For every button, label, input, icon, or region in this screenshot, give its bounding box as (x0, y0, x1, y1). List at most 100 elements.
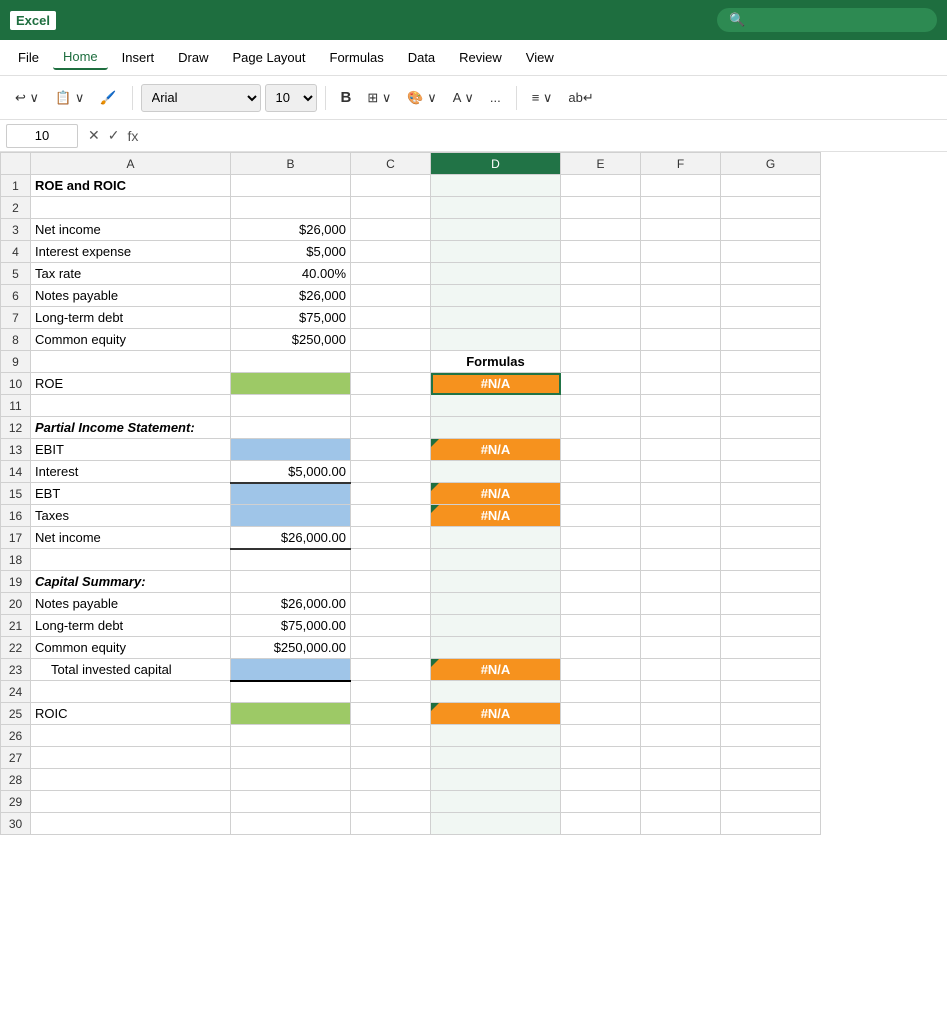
cell-c28[interactable] (351, 769, 431, 791)
cell-g25[interactable] (721, 703, 821, 725)
cell-b25[interactable] (231, 703, 351, 725)
cell-c18[interactable] (351, 549, 431, 571)
font-family-select[interactable]: Arial (141, 84, 261, 112)
cell-f18[interactable] (641, 549, 721, 571)
cell-g24[interactable] (721, 681, 821, 703)
cell-a19[interactable]: Capital Summary: (31, 571, 231, 593)
cell-b7[interactable]: $75,000 (231, 307, 351, 329)
cell-c3[interactable] (351, 219, 431, 241)
alignment-button[interactable]: ≡ ∨ (525, 85, 560, 111)
cell-d3[interactable] (431, 219, 561, 241)
cell-f28[interactable] (641, 769, 721, 791)
cell-d2[interactable] (431, 197, 561, 219)
cell-b9[interactable] (231, 351, 351, 373)
cell-g14[interactable] (721, 461, 821, 483)
cell-e21[interactable] (561, 615, 641, 637)
cell-d13[interactable]: #N/A (431, 439, 561, 461)
wrap-text-button[interactable]: ab↵ (561, 85, 600, 111)
cell-e2[interactable] (561, 197, 641, 219)
cell-a5[interactable]: Tax rate (31, 263, 231, 285)
cell-c22[interactable] (351, 637, 431, 659)
cell-e30[interactable] (561, 813, 641, 835)
cell-b22[interactable]: $250,000.00 (231, 637, 351, 659)
cell-d16[interactable]: #N/A (431, 505, 561, 527)
col-header-f[interactable]: F (641, 153, 721, 175)
cell-c25[interactable] (351, 703, 431, 725)
cell-b8[interactable]: $250,000 (231, 329, 351, 351)
cell-d4[interactable] (431, 241, 561, 263)
cell-b27[interactable] (231, 747, 351, 769)
cell-f19[interactable] (641, 571, 721, 593)
cell-e12[interactable] (561, 417, 641, 439)
cell-a20[interactable]: Notes payable (31, 593, 231, 615)
cell-g18[interactable] (721, 549, 821, 571)
cell-a23[interactable]: Total invested capital (31, 659, 231, 681)
cell-a16[interactable]: Taxes (31, 505, 231, 527)
cell-c11[interactable] (351, 395, 431, 417)
cell-f23[interactable] (641, 659, 721, 681)
cell-d24[interactable] (431, 681, 561, 703)
cell-b21[interactable]: $75,000.00 (231, 615, 351, 637)
cell-f5[interactable] (641, 263, 721, 285)
cell-d9[interactable]: Formulas (431, 351, 561, 373)
cell-d22[interactable] (431, 637, 561, 659)
cell-b18[interactable] (231, 549, 351, 571)
cell-c12[interactable] (351, 417, 431, 439)
cell-c24[interactable] (351, 681, 431, 703)
col-header-a[interactable]: A (31, 153, 231, 175)
cell-g3[interactable] (721, 219, 821, 241)
cell-a12[interactable]: Partial Income Statement: (31, 417, 231, 439)
cell-f4[interactable] (641, 241, 721, 263)
cell-c21[interactable] (351, 615, 431, 637)
cell-a10[interactable]: ROE (31, 373, 231, 395)
col-header-d[interactable]: D (431, 153, 561, 175)
cell-e7[interactable] (561, 307, 641, 329)
cell-b23[interactable] (231, 659, 351, 681)
cell-d11[interactable] (431, 395, 561, 417)
cell-c5[interactable] (351, 263, 431, 285)
cell-g28[interactable] (721, 769, 821, 791)
cell-f9[interactable] (641, 351, 721, 373)
cell-e8[interactable] (561, 329, 641, 351)
cell-c2[interactable] (351, 197, 431, 219)
cell-d27[interactable] (431, 747, 561, 769)
cell-g30[interactable] (721, 813, 821, 835)
cell-d6[interactable] (431, 285, 561, 307)
cell-g9[interactable] (721, 351, 821, 373)
cell-d5[interactable] (431, 263, 561, 285)
confirm-icon[interactable]: ✓ (108, 127, 120, 144)
menu-home[interactable]: Home (53, 45, 108, 70)
cell-a21[interactable]: Long-term debt (31, 615, 231, 637)
cell-d25[interactable]: #N/A (431, 703, 561, 725)
cell-d19[interactable] (431, 571, 561, 593)
cell-e4[interactable] (561, 241, 641, 263)
menu-formulas[interactable]: Formulas (320, 46, 394, 69)
cell-a28[interactable] (31, 769, 231, 791)
cell-d21[interactable] (431, 615, 561, 637)
cell-e27[interactable] (561, 747, 641, 769)
cell-e25[interactable] (561, 703, 641, 725)
cell-d26[interactable] (431, 725, 561, 747)
bold-button[interactable]: B (334, 84, 359, 111)
function-icon[interactable]: fx (127, 128, 138, 144)
cell-e19[interactable] (561, 571, 641, 593)
cell-d18[interactable] (431, 549, 561, 571)
cell-a17[interactable]: Net income (31, 527, 231, 549)
cell-c16[interactable] (351, 505, 431, 527)
cell-f30[interactable] (641, 813, 721, 835)
cell-c4[interactable] (351, 241, 431, 263)
cell-g2[interactable] (721, 197, 821, 219)
cell-f11[interactable] (641, 395, 721, 417)
cell-c8[interactable] (351, 329, 431, 351)
cell-a22[interactable]: Common equity (31, 637, 231, 659)
cell-b20[interactable]: $26,000.00 (231, 593, 351, 615)
cell-e3[interactable] (561, 219, 641, 241)
cell-b14[interactable]: $5,000.00 (231, 461, 351, 483)
cell-c23[interactable] (351, 659, 431, 681)
cell-e22[interactable] (561, 637, 641, 659)
cell-e17[interactable] (561, 527, 641, 549)
cell-reference-input[interactable] (6, 124, 78, 148)
cell-d10[interactable]: #N/A (431, 373, 561, 395)
col-header-e[interactable]: E (561, 153, 641, 175)
cell-g15[interactable] (721, 483, 821, 505)
